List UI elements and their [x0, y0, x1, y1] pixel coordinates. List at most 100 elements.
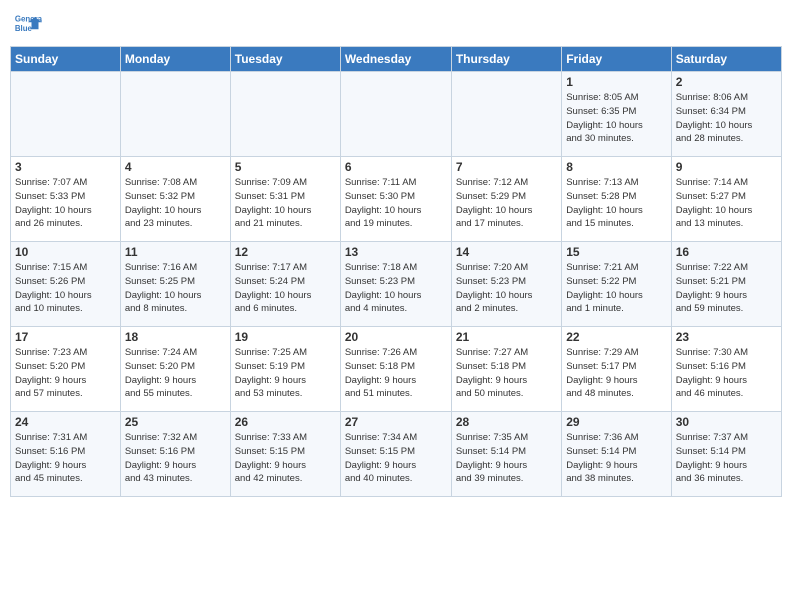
calendar-cell: 29 Sunrise: 7:36 AM Sunset: 5:14 PM Dayli…: [562, 412, 671, 497]
day-number: 6: [345, 160, 447, 174]
calendar-table: SundayMondayTuesdayWednesdayThursdayFrid…: [10, 46, 782, 497]
calendar-cell: [11, 72, 121, 157]
calendar-body: 1Sunrise: 8:05 AM Sunset: 6:35 PM Daylig…: [11, 72, 782, 497]
calendar-cell: 10Sunrise: 7:15 AM Sunset: 5:26 PM Dayli…: [11, 242, 121, 327]
day-info: Sunrise: 7:24 AM Sunset: 5:20 PM Dayligh…: [125, 346, 226, 401]
day-info: Sunrise: 7:29 AM Sunset: 5:17 PM Dayligh…: [566, 346, 666, 401]
calendar-cell: 23 Sunrise: 7:30 AM Sunset: 5:16 PM Dayli…: [671, 327, 781, 412]
day-number: 27: [345, 415, 447, 429]
day-info: Sunrise: 7:34 AM Sunset: 5:15 PM Dayligh…: [345, 431, 447, 486]
day-info: Sunrise: 7:08 AM Sunset: 5:32 PM Dayligh…: [125, 176, 226, 231]
calendar-cell: 19Sunrise: 7:25 AM Sunset: 5:19 PM Dayli…: [230, 327, 340, 412]
calendar-cell: 27 Sunrise: 7:34 AM Sunset: 5:15 PM Dayli…: [340, 412, 451, 497]
day-info: Sunrise: 7:17 AM Sunset: 5:24 PM Dayligh…: [235, 261, 336, 316]
day-number: 23: [676, 330, 777, 344]
day-info: Sunrise: 7:12 AM Sunset: 5:29 PM Dayligh…: [456, 176, 557, 231]
calendar-cell: 17 Sunrise: 7:23 AM Sunset: 5:20 PM Dayli…: [11, 327, 121, 412]
calendar-cell: 8 Sunrise: 7:13 AM Sunset: 5:28 PM Daylig…: [562, 157, 671, 242]
day-info: Sunrise: 7:16 AM Sunset: 5:25 PM Dayligh…: [125, 261, 226, 316]
calendar-cell: 1Sunrise: 8:05 AM Sunset: 6:35 PM Daylig…: [562, 72, 671, 157]
calendar-week-2: 3 Sunrise: 7:07 AM Sunset: 5:33 PM Daylig…: [11, 157, 782, 242]
calendar-cell: 12 Sunrise: 7:17 AM Sunset: 5:24 PM Dayli…: [230, 242, 340, 327]
day-number: 2: [676, 75, 777, 89]
calendar-cell: 13 Sunrise: 7:18 AM Sunset: 5:23 PM Dayli…: [340, 242, 451, 327]
calendar-cell: 20 Sunrise: 7:26 AM Sunset: 5:18 PM Dayli…: [340, 327, 451, 412]
calendar-cell: 18Sunrise: 7:24 AM Sunset: 5:20 PM Dayli…: [120, 327, 230, 412]
weekday-friday: Friday: [562, 47, 671, 72]
calendar-cell: 24 Sunrise: 7:31 AM Sunset: 5:16 PM Dayli…: [11, 412, 121, 497]
svg-text:Blue: Blue: [15, 24, 33, 33]
calendar-week-5: 24 Sunrise: 7:31 AM Sunset: 5:16 PM Dayli…: [11, 412, 782, 497]
day-number: 26: [235, 415, 336, 429]
day-info: Sunrise: 7:09 AM Sunset: 5:31 PM Dayligh…: [235, 176, 336, 231]
day-info: Sunrise: 7:22 AM Sunset: 5:21 PM Dayligh…: [676, 261, 777, 316]
weekday-saturday: Saturday: [671, 47, 781, 72]
calendar-cell: 21Sunrise: 7:27 AM Sunset: 5:18 PM Dayli…: [451, 327, 561, 412]
day-number: 5: [235, 160, 336, 174]
calendar-week-1: 1Sunrise: 8:05 AM Sunset: 6:35 PM Daylig…: [11, 72, 782, 157]
calendar-cell: 6Sunrise: 7:11 AM Sunset: 5:30 PM Daylig…: [340, 157, 451, 242]
day-info: Sunrise: 7:20 AM Sunset: 5:23 PM Dayligh…: [456, 261, 557, 316]
day-number: 24: [15, 415, 116, 429]
day-number: 16: [676, 245, 777, 259]
page-header: General Blue: [10, 10, 782, 38]
day-number: 11: [125, 245, 226, 259]
day-number: 30: [676, 415, 777, 429]
calendar-week-4: 17 Sunrise: 7:23 AM Sunset: 5:20 PM Dayli…: [11, 327, 782, 412]
day-info: Sunrise: 7:35 AM Sunset: 5:14 PM Dayligh…: [456, 431, 557, 486]
day-number: 22: [566, 330, 666, 344]
calendar-cell: 30 Sunrise: 7:37 AM Sunset: 5:14 PM Dayli…: [671, 412, 781, 497]
calendar-cell: 15Sunrise: 7:21 AM Sunset: 5:22 PM Dayli…: [562, 242, 671, 327]
calendar-cell: 2Sunrise: 8:06 AM Sunset: 6:34 PM Daylig…: [671, 72, 781, 157]
day-number: 14: [456, 245, 557, 259]
day-number: 19: [235, 330, 336, 344]
calendar-week-3: 10Sunrise: 7:15 AM Sunset: 5:26 PM Dayli…: [11, 242, 782, 327]
day-number: 3: [15, 160, 116, 174]
calendar-cell: [451, 72, 561, 157]
calendar-cell: 9Sunrise: 7:14 AM Sunset: 5:27 PM Daylig…: [671, 157, 781, 242]
logo-icon: General Blue: [14, 10, 42, 38]
day-info: Sunrise: 7:30 AM Sunset: 5:16 PM Dayligh…: [676, 346, 777, 401]
day-number: 10: [15, 245, 116, 259]
calendar-cell: 26 Sunrise: 7:33 AM Sunset: 5:15 PM Dayli…: [230, 412, 340, 497]
day-info: Sunrise: 7:14 AM Sunset: 5:27 PM Dayligh…: [676, 176, 777, 231]
day-number: 28: [456, 415, 557, 429]
weekday-header-row: SundayMondayTuesdayWednesdayThursdayFrid…: [11, 47, 782, 72]
logo: General Blue: [14, 10, 46, 38]
calendar-cell: 5 Sunrise: 7:09 AM Sunset: 5:31 PM Daylig…: [230, 157, 340, 242]
day-info: Sunrise: 7:37 AM Sunset: 5:14 PM Dayligh…: [676, 431, 777, 486]
day-info: Sunrise: 7:26 AM Sunset: 5:18 PM Dayligh…: [345, 346, 447, 401]
day-number: 29: [566, 415, 666, 429]
calendar-cell: 28 Sunrise: 7:35 AM Sunset: 5:14 PM Dayli…: [451, 412, 561, 497]
day-number: 13: [345, 245, 447, 259]
day-number: 4: [125, 160, 226, 174]
calendar-cell: [120, 72, 230, 157]
day-number: 25: [125, 415, 226, 429]
weekday-monday: Monday: [120, 47, 230, 72]
day-info: Sunrise: 7:33 AM Sunset: 5:15 PM Dayligh…: [235, 431, 336, 486]
day-number: 12: [235, 245, 336, 259]
day-info: Sunrise: 7:07 AM Sunset: 5:33 PM Dayligh…: [15, 176, 116, 231]
day-number: 8: [566, 160, 666, 174]
day-info: Sunrise: 8:05 AM Sunset: 6:35 PM Dayligh…: [566, 91, 666, 146]
day-info: Sunrise: 7:18 AM Sunset: 5:23 PM Dayligh…: [345, 261, 447, 316]
day-number: 21: [456, 330, 557, 344]
calendar-header: SundayMondayTuesdayWednesdayThursdayFrid…: [11, 47, 782, 72]
calendar-cell: 11 Sunrise: 7:16 AM Sunset: 5:25 PM Dayli…: [120, 242, 230, 327]
calendar-cell: [340, 72, 451, 157]
calendar-cell: 16 Sunrise: 7:22 AM Sunset: 5:21 PM Dayli…: [671, 242, 781, 327]
day-number: 17: [15, 330, 116, 344]
calendar-cell: 7 Sunrise: 7:12 AM Sunset: 5:29 PM Daylig…: [451, 157, 561, 242]
calendar-cell: [230, 72, 340, 157]
day-number: 7: [456, 160, 557, 174]
day-info: Sunrise: 7:13 AM Sunset: 5:28 PM Dayligh…: [566, 176, 666, 231]
day-info: Sunrise: 7:36 AM Sunset: 5:14 PM Dayligh…: [566, 431, 666, 486]
day-info: Sunrise: 7:31 AM Sunset: 5:16 PM Dayligh…: [15, 431, 116, 486]
day-info: Sunrise: 7:32 AM Sunset: 5:16 PM Dayligh…: [125, 431, 226, 486]
weekday-wednesday: Wednesday: [340, 47, 451, 72]
calendar-cell: 14 Sunrise: 7:20 AM Sunset: 5:23 PM Dayli…: [451, 242, 561, 327]
weekday-tuesday: Tuesday: [230, 47, 340, 72]
weekday-thursday: Thursday: [451, 47, 561, 72]
day-info: Sunrise: 7:23 AM Sunset: 5:20 PM Dayligh…: [15, 346, 116, 401]
day-number: 20: [345, 330, 447, 344]
